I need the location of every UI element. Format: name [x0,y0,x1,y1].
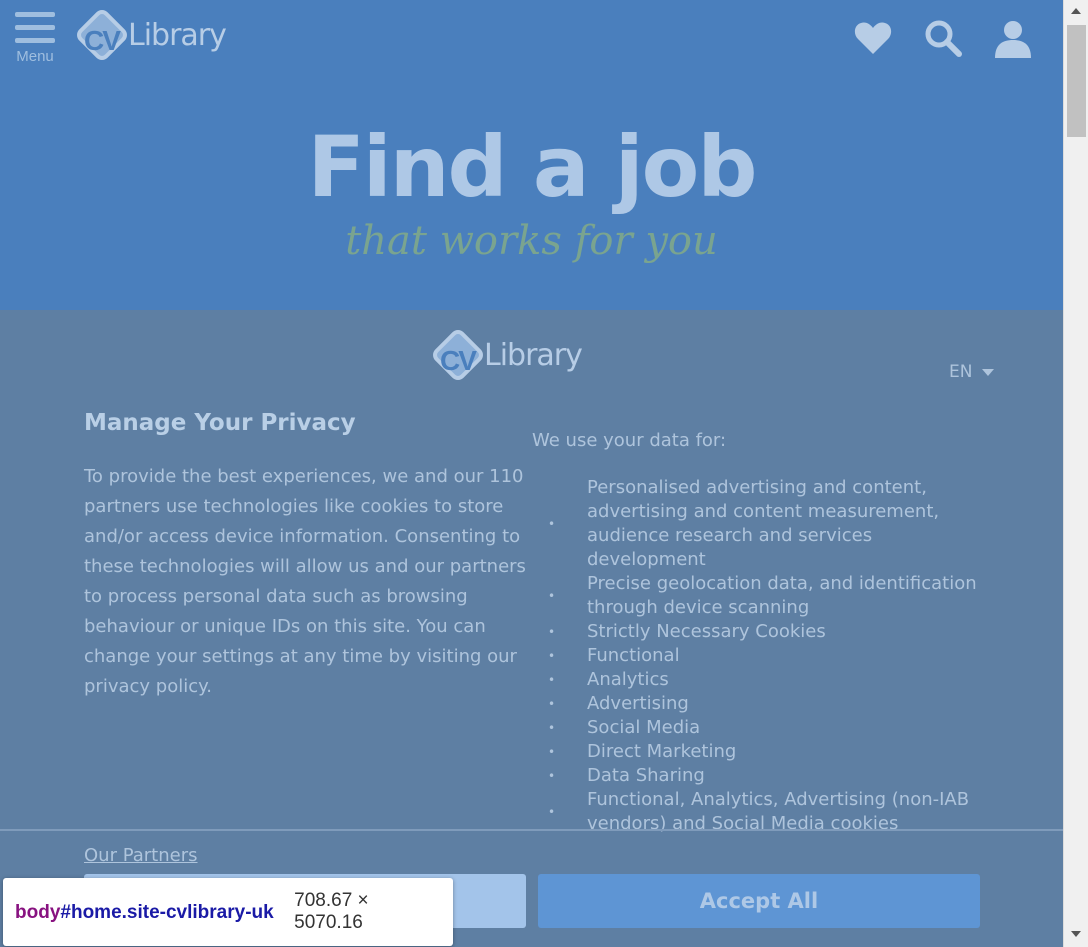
hero-subtitle: that works for you [345,218,718,264]
menu-button[interactable]: Menu [13,12,57,65]
scrollbar-thumb[interactable] [1067,25,1086,137]
consent-description: To provide the best experiences, we and … [84,466,526,697]
list-item: Analytics [540,668,980,692]
heart-icon[interactable] [853,18,893,58]
list-item: Social Media [540,716,980,740]
user-icon[interactable] [993,18,1033,58]
search-icon[interactable] [923,18,963,58]
selector-id-class: #home.site-cvlibrary-uk [60,901,274,923]
divider [0,829,1063,831]
element-dimensions: 708.67 × 5070.16 [294,890,369,933]
list-item: Advertising [540,692,980,716]
list-item: Personalised advertising and content, ad… [540,476,980,572]
hamburger-icon [13,12,57,43]
list-item: Strictly Necessary Cookies [540,620,980,644]
privacy-consent-dialog: CV Library EN Manage Your Privacy To pro… [0,310,1063,947]
language-value: EN [949,362,973,382]
consent-title: Manage Your Privacy [84,410,356,436]
logo-cv-text: CV [84,25,121,56]
hero-title: Find a job [307,118,758,216]
scroll-up-arrow-icon[interactable] [1071,8,1081,14]
accept-all-button[interactable]: Accept All [538,874,980,928]
logo-cv-text: CV [440,345,477,376]
menu-label: Menu [16,48,54,65]
site-header: Menu CV Library Find a job that works fo… [0,0,1063,310]
data-uses-title: We use your data for: [532,430,727,451]
consent-logo: CV Library [429,326,583,384]
logo-word-text: Library [128,17,227,53]
devtools-inspect-tooltip: body#home.site-cvlibrary-uk 708.67 × 507… [3,878,453,946]
list-item: Data Sharing [540,764,980,788]
site-logo[interactable]: CV Library [73,6,227,64]
language-select[interactable]: EN [949,362,995,382]
logo-word-text: Library [484,337,583,373]
selector-tag: body [15,901,61,923]
element-selector: body#home.site-cvlibrary-uk [15,900,274,925]
vertical-scrollbar[interactable] [1063,0,1088,947]
list-item: Direct Marketing [540,740,980,764]
data-uses-list: Personalised advertising and content, ad… [540,476,980,836]
list-item: Precise geolocation data, and identifica… [540,572,980,620]
chevron-down-icon [982,368,995,376]
scroll-down-arrow-icon[interactable] [1071,931,1081,937]
list-item: Functional [540,644,980,668]
our-partners-link[interactable]: Our Partners [84,845,198,866]
header-actions [853,18,1033,58]
